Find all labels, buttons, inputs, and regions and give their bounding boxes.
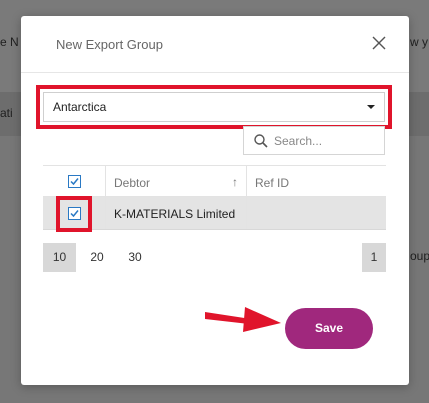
search-box[interactable] <box>243 126 385 155</box>
close-button[interactable] <box>369 33 389 53</box>
background-text-right: w y <box>410 35 428 49</box>
background-text-bottom: oup <box>410 249 429 263</box>
save-button[interactable]: Save <box>285 308 373 349</box>
modal-title: New Export Group <box>56 37 163 52</box>
header-check-cell <box>43 166 106 196</box>
table-row[interactable]: K-MATERIALS Limited <box>43 197 386 230</box>
page-size-20[interactable]: 20 <box>85 243 109 272</box>
search-input[interactable] <box>274 132 378 150</box>
debtor-table: Debtor ↑ Ref ID K-MATERIALS Limited <box>43 165 386 230</box>
row-debtor-name: K-MATERIALS Limited <box>114 207 236 221</box>
table-header: Debtor ↑ Ref ID <box>43 165 386 197</box>
checkmark-icon <box>70 210 79 218</box>
page-size-10[interactable]: 10 <box>43 243 76 272</box>
row-check-cell <box>43 197 106 229</box>
row-debtor-cell: K-MATERIALS Limited <box>106 197 247 229</box>
sort-arrow-up-icon: ↑ <box>232 175 238 189</box>
select-all-checkbox[interactable] <box>68 175 81 188</box>
header-debtor-label: Debtor <box>114 176 151 190</box>
page-size-30[interactable]: 30 <box>122 243 148 272</box>
search-icon <box>254 134 268 148</box>
close-icon <box>372 36 386 50</box>
pagination: 10 20 30 1 <box>43 243 386 272</box>
chevron-down-icon <box>367 105 375 109</box>
background-text-mid: ati <box>0 106 13 120</box>
country-select-value: Antarctica <box>53 100 107 114</box>
checkmark-icon <box>70 178 79 186</box>
country-select[interactable]: Antarctica <box>43 92 385 122</box>
header-debtor-cell[interactable]: Debtor ↑ <box>106 166 247 196</box>
page-number-button[interactable]: 1 <box>362 243 386 272</box>
row-checkbox[interactable] <box>68 207 81 220</box>
red-arrow-icon <box>205 307 281 332</box>
background-text-left: e N <box>0 35 19 49</box>
header-ref-id-label: Ref ID <box>255 176 290 190</box>
modal-header: New Export Group <box>21 16 409 73</box>
header-ref-id-cell[interactable]: Ref ID <box>247 166 386 196</box>
row-ref-id-cell <box>247 197 386 229</box>
